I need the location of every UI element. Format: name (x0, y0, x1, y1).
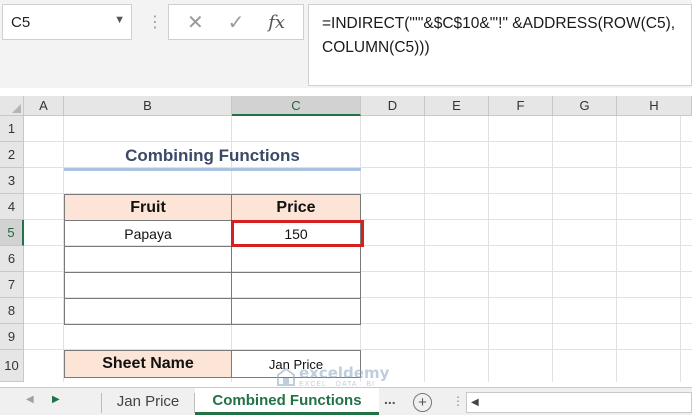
title-underline (64, 168, 361, 171)
sheet-name-label[interactable]: Sheet Name (64, 350, 232, 378)
column-header-f[interactable]: F (489, 96, 553, 116)
worksheet-grid[interactable]: A B C D E F G H 1 2 3 4 5 6 7 8 9 10 Com… (0, 96, 692, 382)
watermark-brand: exceldemy (299, 364, 390, 382)
sheet-title: Combining Functions (125, 146, 300, 165)
gridline (616, 116, 617, 382)
active-cell-highlight (231, 220, 364, 247)
sheet-tab-bar: ◀ ▶ Jan Price Combined Functions ... + ⋮… (0, 387, 692, 415)
formula-line-2: COLUMN(C5))) (322, 39, 430, 56)
row-header-8[interactable]: 8 (0, 298, 24, 324)
column-header-a[interactable]: A (24, 96, 64, 116)
table-cell-fruit[interactable]: Papaya (64, 220, 232, 247)
row-header-7[interactable]: 7 (0, 272, 24, 298)
formula-line-1: =INDIRECT("'"&$C$10&"'!" &ADDRESS(ROW(C5… (322, 15, 676, 32)
horizontal-scrollbar[interactable]: ◀ (466, 392, 692, 413)
table-cell-fruit[interactable] (64, 246, 232, 273)
scroll-tabs-right-icon[interactable]: ▶ (52, 394, 60, 405)
row-header-5[interactable]: 5 (0, 220, 24, 246)
name-box[interactable]: C5 ▼ (2, 4, 132, 40)
table-cell-price[interactable] (231, 246, 361, 273)
plus-icon: + (418, 394, 427, 411)
row-header-10[interactable]: 10 (0, 350, 24, 382)
table-cell-price[interactable] (231, 272, 361, 299)
scroll-left-icon[interactable]: ◀ (471, 397, 479, 408)
select-all-corner[interactable] (0, 96, 24, 116)
cancel-x-icon[interactable]: ✕ (181, 10, 209, 35)
splitter-handle-icon[interactable]: ⋮ (452, 394, 464, 408)
column-header-h[interactable]: H (617, 96, 692, 116)
drag-handle-icon[interactable]: ⋮ (147, 12, 163, 32)
row-header-3[interactable]: 3 (0, 168, 24, 194)
name-box-value: C5 (11, 13, 31, 31)
column-header-c[interactable]: C (232, 96, 361, 116)
row-header-6[interactable]: 6 (0, 246, 24, 272)
enter-check-icon[interactable]: ✓ (222, 10, 250, 35)
exceldemy-logo-icon (277, 368, 295, 386)
formula-bar-area: C5 ▼ ⋮ ✕ ✓ fx =INDIRECT("'"&$C$10&"'!" &… (0, 0, 692, 88)
insert-function-icon[interactable]: fx (263, 12, 291, 33)
gridline (552, 116, 553, 382)
table-header-price[interactable]: Price (231, 194, 361, 221)
scroll-tabs-left-icon[interactable]: ◀ (26, 394, 34, 405)
row-header-9[interactable]: 9 (0, 324, 24, 350)
row-header-2[interactable]: 2 (0, 142, 24, 168)
row-header-4[interactable]: 4 (0, 194, 24, 220)
gridline (488, 116, 489, 382)
formula-buttons: ✕ ✓ fx (168, 4, 304, 40)
gridline (24, 141, 692, 142)
gridline (680, 116, 681, 382)
chevron-down-icon[interactable]: ▼ (114, 14, 125, 26)
gridline (424, 116, 425, 382)
table-cell-price[interactable] (231, 298, 361, 325)
column-header-b[interactable]: B (64, 96, 232, 116)
formula-input[interactable]: =INDIRECT("'"&$C$10&"'!" &ADDRESS(ROW(C5… (308, 4, 692, 86)
column-header-d[interactable]: D (361, 96, 425, 116)
column-header-e[interactable]: E (425, 96, 489, 116)
table-header-fruit[interactable]: Fruit (64, 194, 232, 221)
column-header-g[interactable]: G (553, 96, 617, 116)
watermark: exceldemy EXCEL · DATA · BI (277, 366, 389, 388)
tab-jan-price[interactable]: Jan Price (102, 388, 194, 415)
table-cell-fruit[interactable] (64, 298, 232, 325)
more-tabs-button[interactable]: ... (384, 391, 396, 407)
tab-combined-functions[interactable]: Combined Functions (195, 388, 379, 415)
row-header-1[interactable]: 1 (0, 116, 24, 142)
add-sheet-button[interactable]: + (413, 393, 432, 412)
table-cell-fruit[interactable] (64, 272, 232, 299)
